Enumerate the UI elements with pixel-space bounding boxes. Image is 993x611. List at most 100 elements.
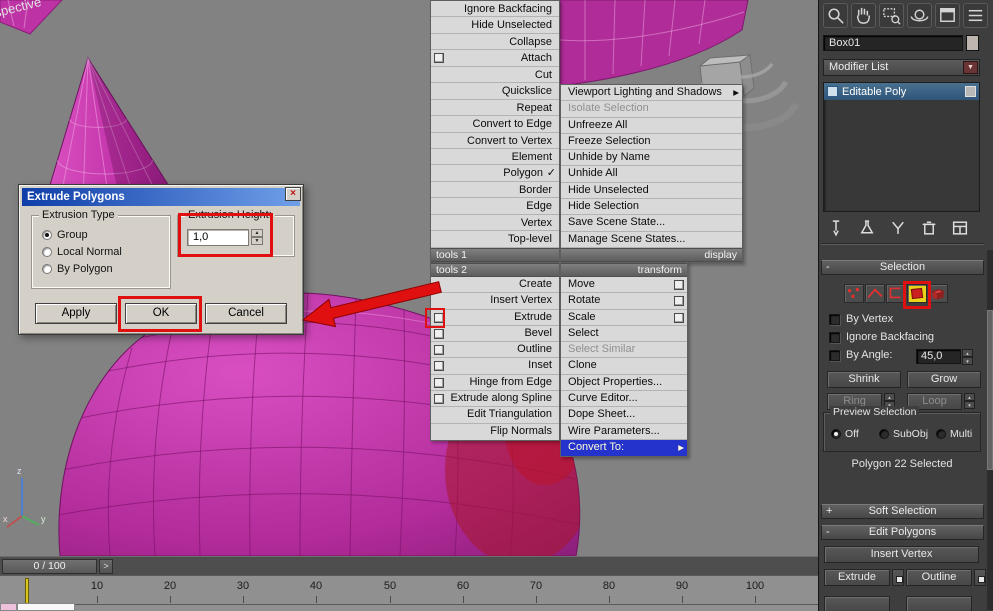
soft-selection-rollout-header[interactable]: + Soft Selection	[821, 504, 984, 519]
preview-off-radio[interactable]: Off	[831, 428, 859, 440]
qm-create[interactable]: Create	[431, 277, 559, 294]
qm-freeze-selection[interactable]: Freeze Selection	[561, 134, 742, 151]
partial-button-row[interactable]	[906, 596, 972, 611]
cancel-button[interactable]: Cancel	[205, 303, 287, 324]
maximize-viewport-icon[interactable]	[935, 3, 960, 28]
extrude-button[interactable]: Extrude	[824, 569, 890, 586]
extrude-settings-box-icon[interactable]	[434, 312, 444, 323]
pan-icon[interactable]	[851, 3, 876, 28]
spinner-down-icon[interactable]: ▼	[962, 357, 973, 365]
radio-icon[interactable]	[42, 247, 52, 257]
spinner-up-icon[interactable]: ▲	[884, 393, 895, 401]
track-bar[interactable]: 10 20 30 40 50 60 70 80 90 100	[0, 575, 818, 611]
time-marker[interactable]	[25, 578, 29, 604]
stack-row-toggle-icon[interactable]	[965, 86, 976, 97]
zoom-icon[interactable]	[823, 3, 848, 28]
mini-listener-white[interactable]	[17, 603, 75, 611]
outline-settings-button[interactable]	[974, 569, 986, 586]
radio-icon[interactable]	[831, 429, 841, 439]
object-name-field[interactable]: Box01	[823, 35, 963, 51]
ok-button[interactable]: OK	[125, 303, 197, 324]
dialog-title[interactable]: Extrude Polygons	[22, 188, 300, 206]
radio-icon[interactable]	[42, 264, 52, 274]
partial-button-row[interactable]	[824, 596, 890, 611]
zoom-region-icon[interactable]	[879, 3, 904, 28]
qm-bevel[interactable]: Bevel	[431, 326, 559, 343]
qm-convert-to-vertex[interactable]: Convert to Vertex	[431, 133, 559, 149]
rollout-collapse-icon[interactable]: -	[826, 526, 830, 539]
qm-convert-to-edge[interactable]: Convert to Edge	[431, 116, 559, 133]
qm-hide-unselected-2[interactable]: Hide Unselected	[561, 183, 742, 200]
outline-button[interactable]: Outline	[906, 569, 972, 586]
qm-hide-selection[interactable]: Hide Selection	[561, 199, 742, 216]
vertex-subobject-icon[interactable]	[844, 284, 864, 303]
qm-isolate-selection[interactable]: Isolate Selection	[561, 101, 742, 118]
apply-button[interactable]: Apply	[35, 303, 117, 324]
time-slider-button[interactable]: 0 / 100	[2, 559, 97, 574]
border-subobject-icon[interactable]	[886, 284, 906, 303]
inset-settings-box-icon[interactable]	[434, 361, 444, 372]
qm-save-scene-state[interactable]: Save Scene State...	[561, 215, 742, 232]
rotate-settings-box-icon[interactable]	[674, 296, 684, 307]
extrude-settings-button[interactable]	[892, 569, 904, 586]
bevel-settings-box-icon[interactable]	[434, 328, 444, 339]
by-angle-spinner[interactable]: ▲ ▼	[962, 349, 973, 365]
spinner-down-icon[interactable]: ▼	[964, 401, 975, 409]
qm-cut[interactable]: Cut	[431, 67, 559, 84]
qm-select-similar[interactable]: Select Similar	[561, 342, 687, 359]
attach-settings-box-icon[interactable]	[434, 53, 444, 64]
element-subobject-icon[interactable]	[928, 284, 948, 303]
edge-subobject-icon[interactable]	[865, 284, 885, 303]
scrollbar-thumb[interactable]	[987, 310, 993, 470]
ignore-backfacing-checkbox[interactable]	[829, 332, 840, 343]
show-end-result-icon[interactable]	[856, 218, 880, 238]
radio-icon[interactable]	[936, 429, 946, 439]
modifier-list-dropdown[interactable]: Modifier List ▼	[823, 59, 980, 76]
chevron-down-icon[interactable]: ▼	[963, 61, 978, 74]
qm-unfreeze-all[interactable]: Unfreeze All	[561, 118, 742, 134]
qm-collapse[interactable]: Collapse	[431, 34, 559, 51]
spinner-down-icon[interactable]: ▼	[251, 237, 263, 245]
extrude-spline-settings-box-icon[interactable]	[434, 394, 444, 405]
qm-quickslice[interactable]: Quickslice	[431, 83, 559, 100]
grow-button[interactable]: Grow	[907, 371, 981, 388]
qm-unhide-all[interactable]: Unhide All	[561, 166, 742, 183]
configure-modifier-sets-icon[interactable]	[949, 218, 973, 238]
qm-edit-triangulation[interactable]: Edit Triangulation	[431, 407, 559, 424]
scale-settings-box-icon[interactable]	[674, 312, 684, 323]
qm-move[interactable]: Move	[561, 277, 687, 294]
qm-ignore-backfacing[interactable]: Ignore Backfacing	[431, 1, 559, 18]
radio-by-polygon[interactable]: By Polygon	[42, 263, 113, 275]
menu-icon[interactable]	[963, 3, 988, 28]
loop-spinner[interactable]: ▲ ▼	[964, 393, 975, 409]
rollout-collapse-icon[interactable]: -	[826, 261, 830, 274]
insert-vertex-button[interactable]: Insert Vertex	[824, 546, 979, 563]
preview-subobj-radio[interactable]: SubObj	[879, 428, 928, 440]
stack-item-editable-poly[interactable]: Editable Poly	[824, 83, 979, 100]
shrink-button[interactable]: Shrink	[827, 371, 901, 388]
qm-select[interactable]: Select	[561, 326, 687, 343]
spinner-up-icon[interactable]: ▲	[964, 393, 975, 401]
qm-object-properties[interactable]: Object Properties...	[561, 375, 687, 392]
by-angle-input[interactable]: 45,0	[916, 349, 961, 364]
radio-icon[interactable]	[42, 230, 52, 240]
rollout-expand-icon[interactable]: +	[826, 505, 832, 518]
qm-inset[interactable]: Inset	[431, 358, 559, 375]
remove-modifier-icon[interactable]	[918, 218, 942, 238]
qm-viewport-lighting[interactable]: Viewport Lighting and Shadows ▶	[561, 85, 742, 102]
qm-outline[interactable]: Outline	[431, 342, 559, 359]
panel-scrollbar[interactable]	[987, 250, 993, 610]
qm-hide-unselected[interactable]: Hide Unselected	[431, 17, 559, 34]
qm-edge[interactable]: Edge	[431, 198, 559, 215]
extrusion-height-input[interactable]: 1,0	[187, 229, 249, 246]
qm-rotate[interactable]: Rotate	[561, 293, 687, 310]
pin-stack-icon[interactable]	[825, 218, 849, 238]
qm-wire-parameters[interactable]: Wire Parameters...	[561, 424, 687, 440]
radio-group[interactable]: Group	[42, 229, 88, 241]
mini-listener-pink[interactable]	[0, 603, 17, 611]
by-vertex-checkbox[interactable]	[829, 314, 840, 325]
qm-hinge-from-edge[interactable]: Hinge from Edge	[431, 375, 559, 392]
qm-repeat[interactable]: Repeat	[431, 100, 559, 117]
qm-top-level[interactable]: Top-level	[431, 231, 559, 248]
qm-scale[interactable]: Scale	[561, 310, 687, 326]
